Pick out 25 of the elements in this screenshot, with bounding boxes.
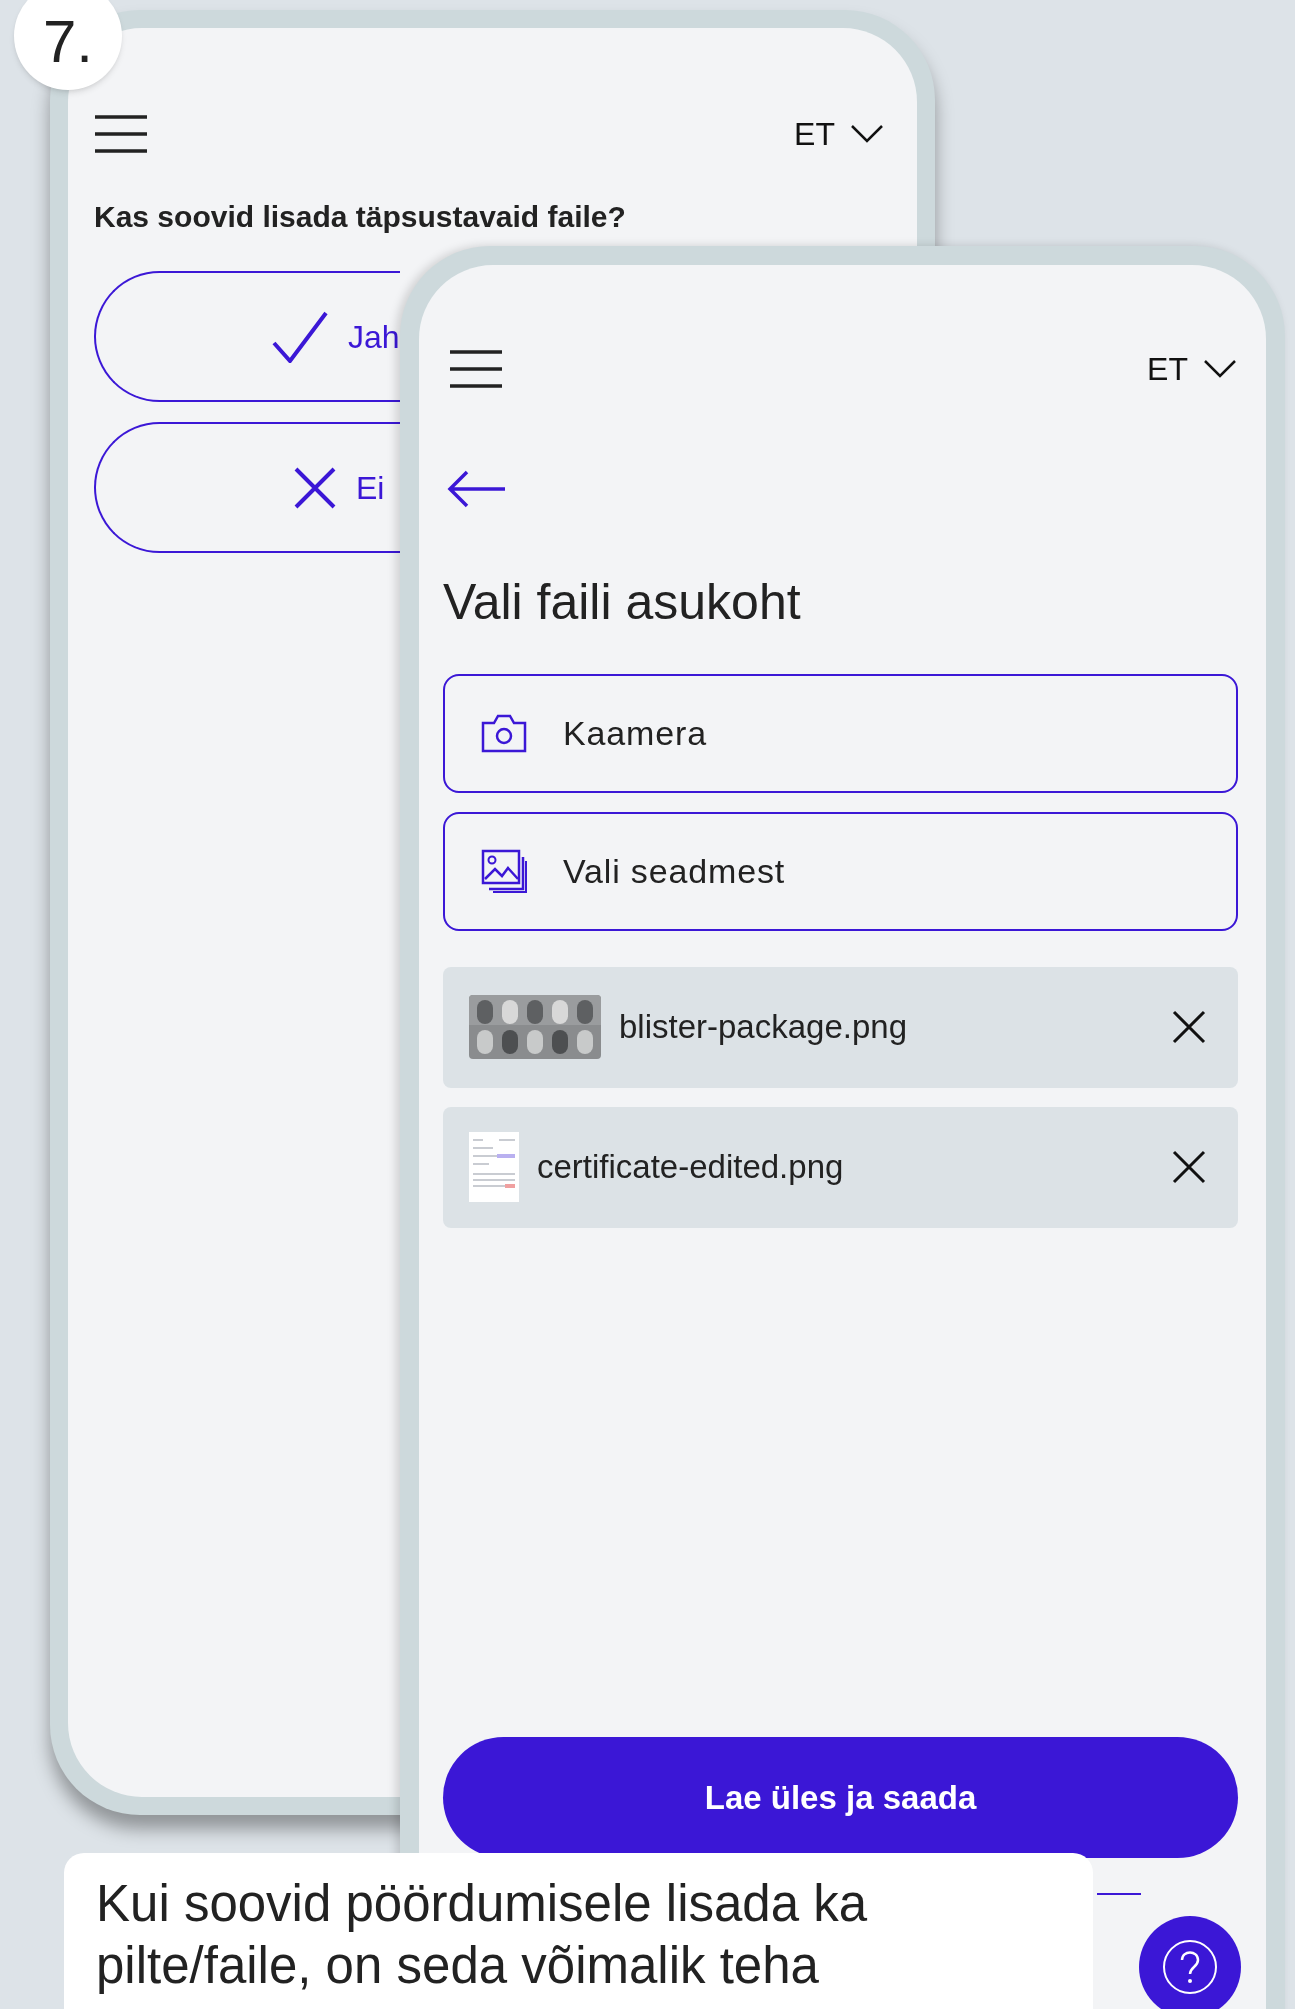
- screen-title: Vali faili asukoht: [443, 573, 802, 632]
- close-icon[interactable]: [1172, 1150, 1206, 1184]
- close-icon: [294, 466, 336, 509]
- chevron-down-icon: [851, 125, 883, 143]
- language-selector[interactable]: ET: [1147, 345, 1236, 393]
- step-badge: 7.: [14, 0, 122, 90]
- back-arrow-icon[interactable]: [447, 469, 507, 509]
- file-name: blister-package.png: [619, 1007, 908, 1048]
- menu-icon[interactable]: [449, 350, 503, 388]
- checkmark-icon: [272, 310, 328, 363]
- help-icon: [1161, 1938, 1219, 1996]
- language-selector[interactable]: ET: [794, 110, 883, 158]
- upload-and-send-button[interactable]: Lae üles ja saada: [443, 1737, 1238, 1858]
- file-source-button[interactable]: Vali seadmest: [443, 811, 1238, 931]
- menu-icon[interactable]: [94, 115, 148, 153]
- chevron-down-icon: [1204, 360, 1236, 378]
- document-thumbnail-icon: [469, 1132, 519, 1202]
- file-name: certificate-edited.png: [537, 1147, 845, 1188]
- close-icon[interactable]: [1172, 1010, 1206, 1044]
- answer-option[interactable]: Jah: [94, 271, 400, 402]
- caption-text: Kui soovid pöördumisele lisada ka pilte/faile, on seda võimalik teha: [96, 1874, 869, 1996]
- image-gallery-icon: [481, 849, 527, 893]
- question-text: Kas soovid lisada täpsustavaid faile?: [94, 199, 627, 235]
- camera-icon: [481, 713, 527, 753]
- file-source-button[interactable]: Kaamera: [443, 673, 1238, 793]
